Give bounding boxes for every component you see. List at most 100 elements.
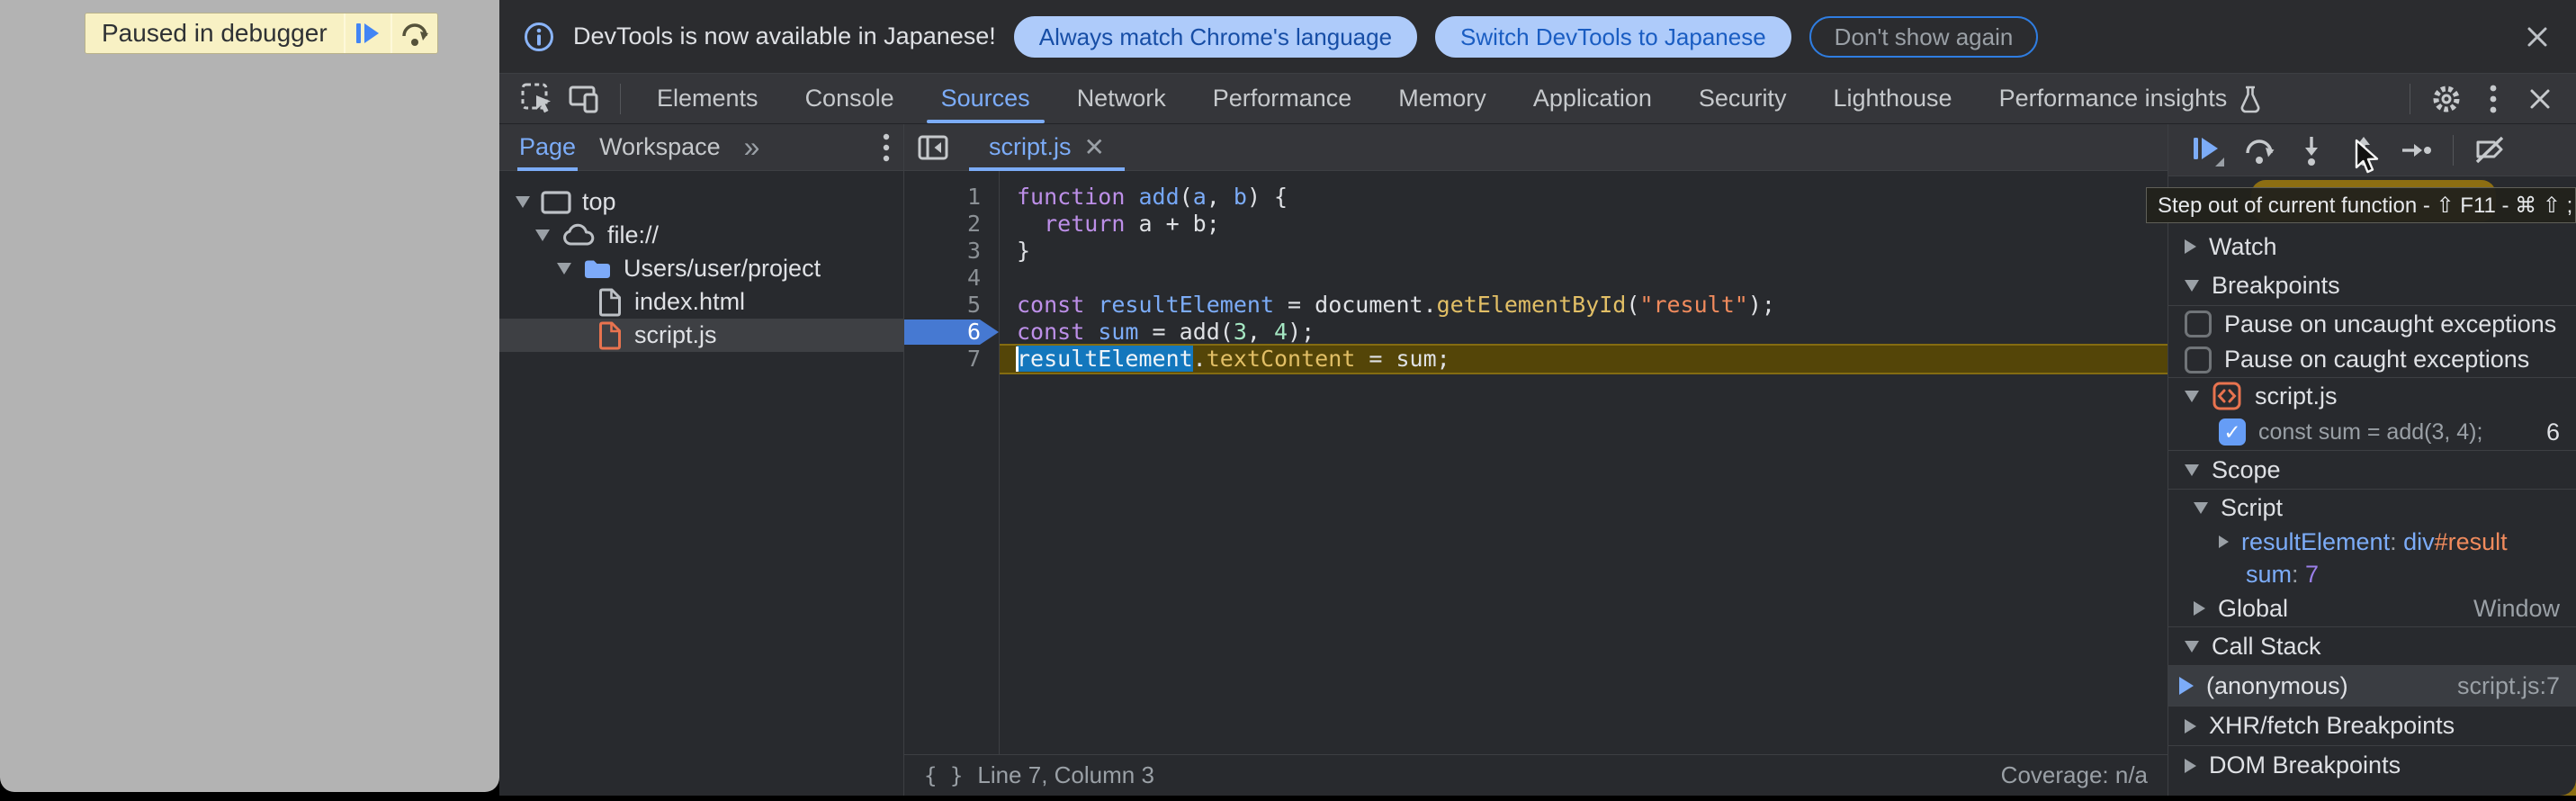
step-over-button-overlay[interactable]: [392, 14, 437, 53]
breakpoint-entry-row[interactable]: ✓ const sum = add(3, 4); 6: [2168, 414, 2576, 450]
line-number[interactable]: 5: [904, 292, 999, 319]
deactivate-breakpoints-icon[interactable]: [2464, 130, 2517, 171]
tab-performance-insights[interactable]: Performance insights: [1976, 74, 2287, 123]
scope-script-group[interactable]: Script: [2168, 490, 2576, 526]
code-text: return a + b;: [999, 211, 1220, 238]
panel-collapse-icon[interactable]: [910, 124, 956, 171]
step-over-icon: [400, 20, 429, 47]
chevron-down-icon[interactable]: [2194, 502, 2208, 514]
paused-in-debugger-banner: Paused in debugger: [85, 13, 438, 54]
tab-workspace[interactable]: Workspace: [599, 124, 721, 171]
tab-elements[interactable]: Elements: [633, 74, 782, 123]
tree-item-index-html[interactable]: index.html: [499, 285, 903, 319]
close-tab-icon[interactable]: ✕: [1084, 132, 1105, 162]
devtools-close-icon[interactable]: [2517, 76, 2563, 122]
tab-security[interactable]: Security: [1675, 74, 1810, 123]
code-line-7-current: 7 resultElement.textContent = sum;: [904, 346, 2168, 373]
tab-network[interactable]: Network: [1054, 74, 1189, 123]
chevron-right-icon[interactable]: [2185, 719, 2196, 734]
infobar-message: DevTools is now available in Japanese!: [573, 22, 996, 50]
tree-item-project-folder[interactable]: Users/user/project: [499, 252, 903, 285]
language-infobar: DevTools is now available in Japanese! A…: [499, 0, 2576, 74]
switch-to-japanese-button[interactable]: Switch DevTools to Japanese: [1435, 16, 1791, 58]
chevron-right-icon[interactable]: [2185, 759, 2196, 773]
chevron-down-icon[interactable]: [2185, 641, 2199, 652]
checkbox-checked[interactable]: ✓: [2219, 418, 2246, 446]
tree-item-top[interactable]: top: [499, 185, 903, 219]
device-toolbar-icon[interactable]: [561, 76, 607, 122]
kebab-menu-icon[interactable]: [882, 132, 891, 163]
chevron-down-icon[interactable]: [2185, 464, 2199, 476]
section-dom-breakpoints[interactable]: DOM Breakpoints: [2168, 745, 2576, 785]
step-over-icon[interactable]: [2233, 130, 2285, 171]
file-tree: top file:// Users/user/p: [499, 171, 903, 352]
tab-application[interactable]: Application: [1510, 74, 1675, 123]
resume-script-button[interactable]: [346, 14, 390, 53]
tree-item-script-js[interactable]: script.js: [499, 319, 903, 352]
gear-icon[interactable]: [2423, 76, 2470, 122]
kebab-menu-icon[interactable]: [2470, 76, 2517, 122]
code-text: resultElement.textContent = sum;: [999, 346, 1450, 373]
call-stack-frame[interactable]: (anonymous) script.js:7: [2168, 666, 2576, 706]
tab-page[interactable]: Page: [519, 124, 576, 171]
line-number[interactable]: 3: [904, 238, 999, 265]
chevron-down-icon[interactable]: [516, 196, 530, 208]
code-line-1: 1 function add(a, b) {: [904, 184, 2168, 211]
line-number[interactable]: 1: [904, 184, 999, 211]
line-number[interactable]: 2: [904, 211, 999, 238]
chevron-down-icon[interactable]: [535, 230, 550, 241]
always-match-language-button[interactable]: Always match Chrome's language: [1014, 16, 1417, 58]
section-scope[interactable]: Scope: [2168, 450, 2576, 490]
pause-caught-row[interactable]: Pause on caught exceptions: [2168, 342, 2576, 378]
line-number[interactable]: 7: [904, 346, 999, 373]
debugger-sidebar: Watch Breakpoints Pause on uncaught exce…: [2168, 124, 2576, 796]
toolbar-separator: [620, 84, 621, 114]
breakpoint-file-group[interactable]: script.js: [2168, 378, 2576, 414]
step-icon[interactable]: [2390, 130, 2442, 171]
editor-status-bar: { } Line 7, Column 3 Coverage: n/a: [904, 754, 2168, 796]
chevron-down-icon[interactable]: [557, 263, 571, 274]
chevron-down-icon[interactable]: [2185, 280, 2199, 292]
pause-uncaught-row[interactable]: Pause on uncaught exceptions: [2168, 306, 2576, 342]
infobar-close-icon[interactable]: [2522, 22, 2553, 52]
file-icon: [597, 320, 624, 351]
resume-icon[interactable]: [2181, 130, 2233, 171]
tab-sources[interactable]: Sources: [918, 74, 1054, 123]
code-text: [999, 265, 1017, 292]
checkbox-unchecked[interactable]: [2185, 346, 2212, 374]
cursor-position: Line 7, Column 3: [977, 761, 1154, 789]
tab-console[interactable]: Console: [782, 74, 918, 123]
editor-tab-script-js[interactable]: script.js ✕: [969, 124, 1125, 171]
dont-show-again-button[interactable]: Don't show again: [1809, 16, 2039, 58]
cloud-icon: [561, 223, 597, 248]
scope-var-resultelement[interactable]: resultElement: div#result: [2168, 526, 2576, 558]
tab-lighthouse[interactable]: Lighthouse: [1809, 74, 1975, 123]
scope-global-group[interactable]: Global Window: [2168, 590, 2576, 626]
tree-item-file-origin[interactable]: file://: [499, 219, 903, 252]
more-tabs-icon[interactable]: »: [744, 130, 760, 164]
code-text: function add(a, b) {: [999, 184, 1288, 211]
code-text: const resultElement = document.getElemen…: [999, 292, 1775, 319]
mouse-cursor-icon: [2351, 139, 2383, 178]
step-into-icon[interactable]: [2285, 130, 2338, 171]
checkbox-unchecked[interactable]: [2185, 310, 2212, 338]
chevron-down-icon[interactable]: [2185, 391, 2199, 402]
section-breakpoints[interactable]: Breakpoints: [2168, 266, 2576, 306]
tab-memory[interactable]: Memory: [1375, 74, 1510, 123]
line-number[interactable]: 4: [904, 265, 999, 292]
tab-performance[interactable]: Performance: [1189, 74, 1376, 123]
scope-var-sum: sum: 7: [2168, 558, 2576, 590]
section-xhr-breakpoints[interactable]: XHR/fetch Breakpoints: [2168, 706, 2576, 745]
code-area[interactable]: 1 function add(a, b) { 2 return a + b; 3…: [904, 171, 2168, 754]
flask-icon: [2238, 85, 2263, 113]
section-watch[interactable]: Watch: [2168, 227, 2576, 266]
chevron-right-icon[interactable]: [2219, 536, 2229, 548]
brackets-icon[interactable]: { }: [924, 763, 963, 788]
chevron-right-icon[interactable]: [2194, 601, 2205, 616]
section-call-stack[interactable]: Call Stack: [2168, 626, 2576, 666]
inspect-icon[interactable]: [514, 76, 561, 122]
chevron-right-icon[interactable]: [2185, 239, 2196, 254]
breakpoint-line-number[interactable]: 6: [904, 319, 999, 346]
code-line-4: 4: [904, 265, 2168, 292]
navigator-header: Page Workspace »: [499, 124, 903, 171]
